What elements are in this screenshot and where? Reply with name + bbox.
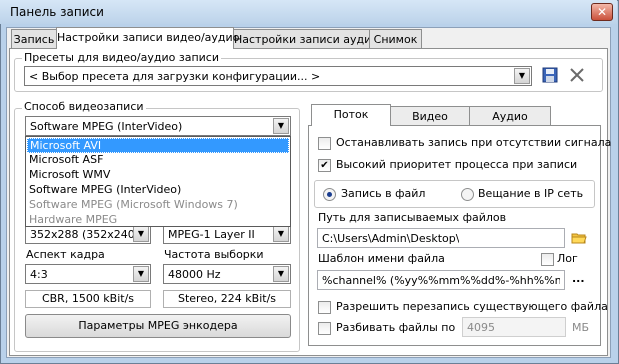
aspect-value: 4:3 [30, 268, 48, 281]
path-input[interactable]: C:\Users\Admin\Desktop\ [317, 228, 565, 248]
delete-icon[interactable] [568, 66, 586, 84]
audio-info: Stereo, 224 kBit/s [163, 290, 291, 308]
log-checkbox[interactable] [541, 253, 554, 266]
aspect-label: Аспект кадра [26, 248, 105, 261]
chevron-down-icon[interactable]: ▼ [514, 68, 530, 84]
dropdown-option[interactable]: Software MPEG (InterVideo) [27, 183, 289, 198]
split-size-input[interactable]: 4095 [462, 317, 566, 337]
presets-label: Пресеты для видео/аудио записи [22, 51, 221, 64]
allow-overwrite-label: Разрешить перезапись существующего файла [336, 300, 608, 313]
record-to-file-radio[interactable] [323, 188, 336, 201]
allow-overwrite-checkbox[interactable] [318, 301, 331, 314]
preset-combo-value: < Выбор пресета для загрузки конфигураци… [29, 70, 321, 83]
video-method-combo[interactable]: Software MPEG (InterVideo) ▼ [25, 116, 291, 136]
tab-stream[interactable]: Поток [311, 104, 391, 126]
tab-video-audio-settings[interactable]: Настройки записи видео/аудио [56, 27, 239, 49]
window-title: Панель записи [10, 5, 104, 19]
path-label: Путь для записываемых файлов [318, 211, 507, 224]
video-method-label: Способ видеозаписи [22, 100, 146, 113]
close-button[interactable]: ✕ [591, 3, 613, 21]
split-files-checkbox[interactable] [318, 322, 331, 335]
bitrate-info: CBR, 1500 kBit/s [25, 290, 151, 308]
video-method-dropdown-list: Microsoft AVI Microsoft ASF Microsoft WM… [25, 136, 291, 227]
split-unit-label: МБ [572, 321, 590, 334]
audio-codec-value: MPEG-1 Layer II [168, 228, 255, 241]
path-value: C:\Users\Admin\Desktop\ [322, 232, 460, 245]
broadcast-ip-radio[interactable] [461, 188, 474, 201]
log-label: Лог [557, 252, 578, 265]
dropdown-option[interactable]: Microsoft AVI [27, 138, 289, 153]
sample-rate-label: Частота выборки [164, 248, 264, 261]
more-options-button[interactable]: ... [572, 272, 585, 285]
broadcast-ip-label: Вещание в IP сеть [478, 187, 584, 200]
encoder-settings-button[interactable]: Параметры MPEG энкодера [25, 314, 291, 338]
sample-rate-value: 48000 Hz [168, 268, 221, 281]
tab-snapshot[interactable]: Снимок [369, 29, 422, 49]
save-icon[interactable] [541, 66, 559, 84]
dropdown-option[interactable]: Microsoft ASF [27, 153, 289, 168]
tab-audio-settings[interactable]: Настройки записи аудио [233, 29, 378, 49]
chevron-down-icon[interactable]: ▼ [273, 266, 289, 282]
split-size-value: 4095 [467, 321, 495, 334]
chevron-down-icon[interactable]: ▼ [273, 118, 289, 134]
chevron-down-icon[interactable]: ▼ [133, 266, 149, 282]
sample-rate-combo[interactable]: 48000 Hz ▼ [163, 264, 291, 284]
dropdown-option: Software MPEG (Microsoft Windows 7) [29, 198, 238, 211]
high-priority-checkbox[interactable]: ✔ [318, 159, 331, 172]
aspect-combo[interactable]: 4:3 ▼ [25, 264, 151, 284]
filename-template-input[interactable]: %channel% (%yy%%mm%%dd%-%hh%%nn% [317, 270, 565, 290]
tab-audio[interactable]: Аудио [469, 106, 551, 126]
folder-icon[interactable] [571, 230, 587, 246]
filename-template-label: Шаблон имени файла [318, 252, 445, 265]
split-files-label: Разбивать файлы по [336, 321, 456, 334]
tab-video[interactable]: Видео [390, 106, 470, 126]
chevron-down-icon[interactable]: ▼ [133, 226, 149, 242]
stop-no-signal-checkbox[interactable] [318, 137, 331, 150]
preset-combo[interactable]: < Выбор пресета для загрузки конфигураци… [24, 66, 532, 86]
dropdown-option[interactable]: Microsoft WMV [27, 168, 289, 183]
checkmark-icon: ✔ [320, 160, 329, 171]
high-priority-label: Высокий приоритет процесса при записи [336, 158, 578, 171]
chevron-down-icon[interactable]: ▼ [273, 226, 289, 242]
resolution-value: 352x288 (352x240) [30, 228, 140, 241]
stop-no-signal-label: Останавливать запись при отсутствии сигн… [336, 136, 612, 149]
filename-template-value: %channel% (%yy%%mm%%dd%-%hh%%nn% [322, 274, 560, 287]
dropdown-option: Hardware MPEG [29, 213, 118, 226]
title-bar[interactable]: Панель записи ✕ [0, 0, 617, 24]
video-method-value: Software MPEG (InterVideo) [30, 120, 183, 133]
record-to-file-label: Запись в файл [341, 187, 426, 200]
tab-record[interactable]: Запись [11, 29, 57, 49]
